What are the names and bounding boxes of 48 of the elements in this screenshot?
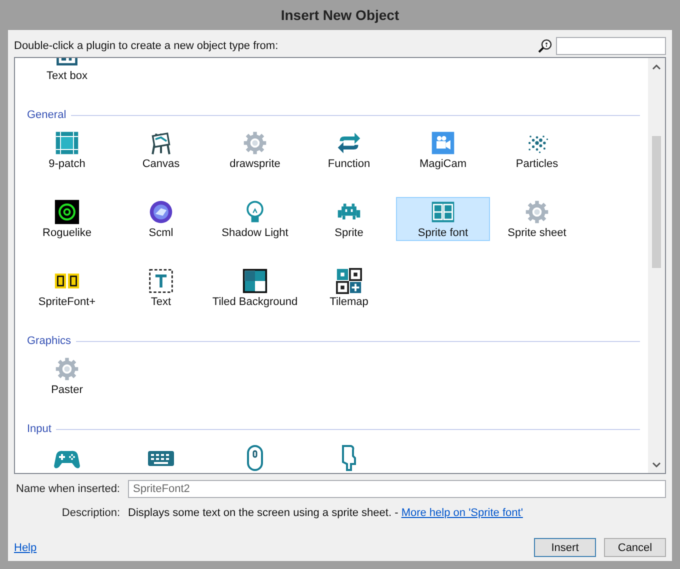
plugin-item[interactable]: Roguelike (20, 197, 114, 241)
plugin-item[interactable]: 9-patch (20, 128, 114, 172)
video-camera-icon (429, 130, 457, 156)
plugin-item[interactable]: Paster (20, 354, 114, 398)
plugin-item[interactable]: Scml (114, 197, 208, 241)
plugin-item[interactable]: Tiled Background (208, 266, 302, 310)
plugin-item[interactable]: drawsprite (208, 128, 302, 172)
insert-button[interactable]: Insert (534, 538, 596, 557)
section-header: General (27, 109, 66, 121)
description-text: Displays some text on the screen using a sprite sheet. - More help on 'Sprite font' (128, 507, 523, 519)
field-label: Description: (60, 507, 121, 519)
tile-grid-icon (335, 268, 363, 294)
help-link[interactable]: Help (14, 542, 37, 554)
text-frame-icon (147, 268, 175, 294)
scroll-up-icon[interactable] (652, 64, 661, 70)
gear-icon (241, 130, 269, 156)
checkerboard-icon (241, 268, 269, 294)
search-field[interactable] (556, 37, 666, 55)
repeat-arrows-icon (335, 130, 363, 156)
section-header: Graphics (27, 335, 72, 347)
plugin-item[interactable]: Text (114, 266, 208, 310)
scroll-down-icon[interactable] (652, 462, 661, 468)
plugin-item[interactable]: Sprite font (396, 197, 490, 241)
help-link[interactable]: More help on 'Sprite font' (401, 507, 523, 519)
plugin-item[interactable]: Function (302, 128, 396, 172)
section-header: Input (27, 423, 52, 435)
search-icon (538, 39, 552, 53)
instruction-text: Double-click a plugin to create a new object type from: (14, 40, 278, 52)
orb-icon (147, 199, 175, 225)
plugin-item[interactable]: Canvas (114, 128, 208, 172)
gear-icon (53, 356, 81, 382)
plugin-item[interactable]: MagiCam (396, 128, 490, 172)
plugin-item[interactable]: Text box (20, 58, 114, 84)
plugin-item[interactable]: SpriteFont+ (20, 266, 114, 310)
plugin-item[interactable]: Particles (490, 128, 584, 172)
scrollbar-thumb[interactable] (652, 136, 661, 268)
plugin-item[interactable]: Shadow Light (208, 197, 302, 241)
letter-tiles-icon (429, 199, 457, 225)
window-title: Insert New Object (280, 7, 400, 23)
name-field[interactable]: SpriteFont2 (128, 480, 666, 498)
frame-icon (53, 130, 81, 156)
cancel-button[interactable]: Cancel (604, 538, 666, 557)
plugin-item[interactable]: Sprite (302, 197, 396, 241)
plugin-item[interactable]: Sprite sheet (490, 197, 584, 241)
plugin-item[interactable]: Tilemap (302, 266, 396, 310)
field-label: Name when inserted: (15, 483, 121, 495)
gear-icon (523, 199, 551, 225)
scrollbar[interactable] (648, 58, 665, 473)
